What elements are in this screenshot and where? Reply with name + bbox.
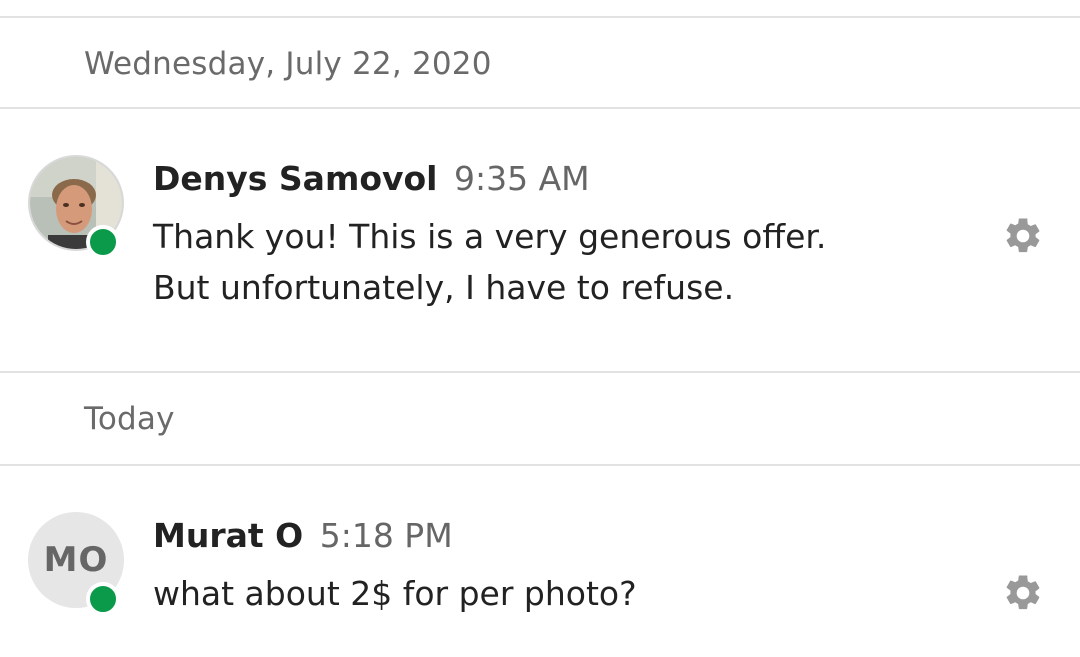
gear-icon[interactable] bbox=[1002, 572, 1044, 614]
message-text: what about 2$ for per photo? bbox=[153, 568, 953, 619]
message-time: 9:35 AM bbox=[454, 159, 590, 198]
avatar[interactable]: MO bbox=[28, 512, 124, 616]
date-divider: Today bbox=[0, 375, 1080, 466]
message-item: MO Murat O 5:18 PM what about 2$ for per… bbox=[0, 466, 1080, 657]
message-header: Murat O 5:18 PM bbox=[153, 516, 453, 555]
presence-online-indicator bbox=[86, 225, 120, 259]
date-divider: Wednesday, July 22, 2020 bbox=[0, 16, 1080, 109]
message-line: Thank you! This is a very generous offer… bbox=[153, 217, 827, 256]
date-divider-label: Wednesday, July 22, 2020 bbox=[84, 46, 492, 82]
presence-online-indicator bbox=[86, 582, 120, 616]
message-header: Denys Samovol 9:35 AM bbox=[153, 159, 590, 198]
message-line: what about 2$ for per photo? bbox=[153, 574, 637, 613]
author-name[interactable]: Murat O bbox=[153, 516, 303, 555]
message-item: Denys Samovol 9:35 AM Thank you! This is… bbox=[0, 109, 1080, 373]
message-time: 5:18 PM bbox=[319, 516, 453, 555]
date-divider-label: Today bbox=[84, 401, 175, 437]
message-text: Thank you! This is a very generous offer… bbox=[153, 211, 953, 313]
avatar[interactable] bbox=[28, 155, 124, 259]
message-line: But unfortunately, I have to refuse. bbox=[153, 268, 735, 307]
gear-icon[interactable] bbox=[1002, 215, 1044, 257]
author-name[interactable]: Denys Samovol bbox=[153, 159, 438, 198]
chat-thread: Wednesday, July 22, 2020 Denys Samovol 9… bbox=[0, 0, 1080, 657]
